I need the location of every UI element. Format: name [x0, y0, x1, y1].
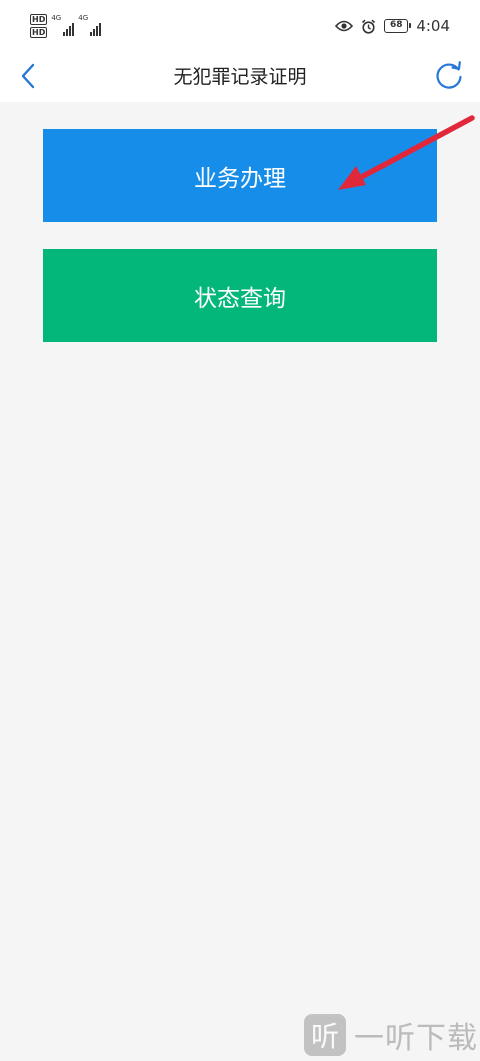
navigation-bar: 无犯罪记录证明	[0, 52, 480, 102]
page-title: 无犯罪记录证明	[173, 66, 307, 88]
status-left: HD HD 4G 4G	[30, 14, 102, 38]
signal-bars-icon	[63, 22, 75, 36]
refresh-button[interactable]	[432, 58, 466, 92]
status-query-button[interactable]: 状态查询	[43, 249, 437, 342]
watermark-text: 一听下载	[354, 1021, 478, 1056]
refresh-icon	[436, 61, 462, 89]
signal-bars-icon	[90, 22, 102, 36]
network-type-label: 4G	[78, 14, 89, 22]
hd-badge: HD	[30, 14, 48, 25]
battery-icon: 68	[384, 19, 412, 33]
watermark-logo-icon: 听	[304, 1014, 346, 1056]
clock-time: 4:04	[416, 17, 450, 35]
business-handling-button[interactable]: 业务办理	[43, 129, 437, 222]
hd-badge: HD	[30, 27, 48, 38]
network-type-label: 4G	[51, 14, 62, 22]
eye-icon	[335, 20, 354, 32]
signal-indicator-2: 4G	[78, 14, 102, 36]
hd-indicators: HD HD	[30, 14, 48, 38]
status-bar: HD HD 4G 4G 68 4:04	[0, 0, 480, 52]
alarm-clock-icon	[362, 19, 376, 34]
main-content: 业务办理 状态查询	[0, 102, 480, 1061]
status-right: 68 4:04	[335, 17, 450, 35]
signal-indicator-1: 4G	[51, 14, 75, 36]
watermark: 听 一听下载	[304, 1013, 478, 1057]
